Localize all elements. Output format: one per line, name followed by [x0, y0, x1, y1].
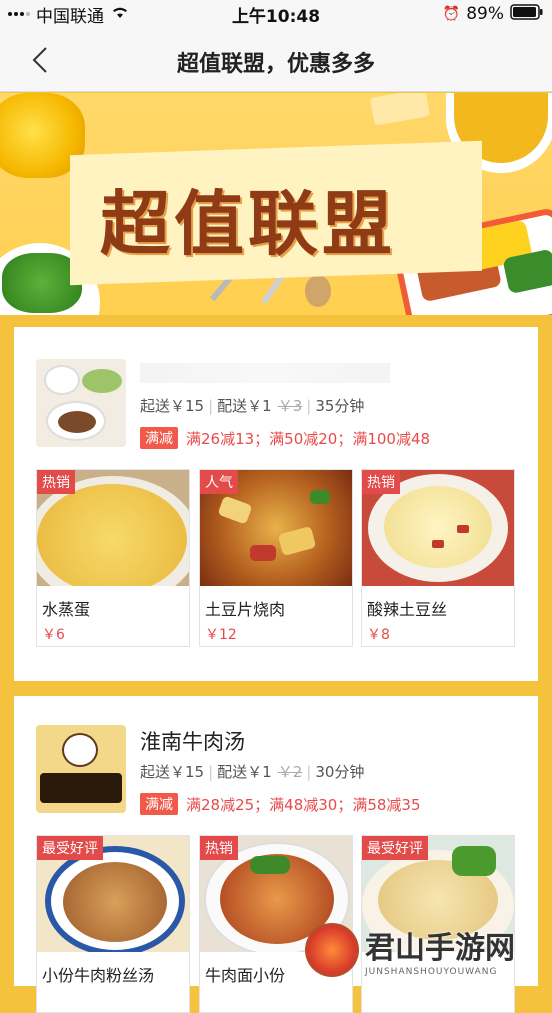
dish-name: 小份牛肉粉丝汤 — [42, 966, 155, 985]
store-name: 淮南牛肉汤 — [140, 730, 245, 754]
logo-icon — [305, 923, 359, 977]
dish-price: ￥6 — [42, 627, 65, 643]
cheese-image — [369, 93, 431, 126]
dish-card[interactable]: 人气 土豆片烧肉 ￥12 — [199, 469, 353, 647]
watermark-text: 君山手游网 — [365, 931, 515, 966]
dish-price: ￥12 — [205, 627, 237, 643]
dish-card[interactable]: 热销 水蒸蛋 ￥6 — [36, 469, 190, 647]
promo-row: 满减 满26减13；满50减20；满100减48 — [140, 427, 430, 449]
dish-badge: 热销 — [362, 470, 400, 494]
dish-price: ￥8 — [367, 627, 390, 643]
store-thumbnail — [36, 725, 126, 813]
nav-bar: 超值联盟，优惠多多 — [0, 28, 552, 92]
min-order: 起送￥15 — [140, 397, 205, 415]
dish-name: 牛肉面小份 — [205, 966, 286, 985]
alarm-icon: ⏰ — [442, 6, 461, 22]
dish-badge: 人气 — [200, 470, 238, 494]
dish-badge: 最受好评 — [362, 836, 428, 860]
promo-banner: 超值联盟 — [0, 93, 552, 315]
status-bar: 中国联通 上午10:48 ⏰ 89% — [0, 0, 552, 28]
watermark-subtext: JUNSHANSHOUYOUWANG — [365, 967, 498, 977]
delivery-time: 30分钟 — [315, 763, 365, 781]
dish-name: 土豆片烧肉 — [205, 600, 286, 619]
dish-name: 酸辣土豆丝 — [367, 600, 448, 619]
original-delivery-fee: ￥3 — [277, 397, 303, 415]
promo-text: 满28减25；满48减30；满58减35 — [186, 795, 421, 814]
page-title: 超值联盟，优惠多多 — [176, 52, 375, 77]
battery-icon — [510, 3, 544, 25]
original-delivery-fee: ￥2 — [277, 763, 303, 781]
signal-icon — [8, 12, 30, 16]
wifi-icon — [110, 4, 130, 24]
store-card[interactable]: 起送￥15 | 配送￥1 ￥3 | 35分钟 满减 满26减13；满50减20；… — [14, 327, 538, 681]
dish-badge: 热销 — [37, 470, 75, 494]
dish-badge: 最受好评 — [37, 836, 103, 860]
carrier-label: 中国联通 — [36, 6, 104, 27]
site-watermark: 君山手游网 JUNSHANSHOUYOUWANG — [305, 920, 550, 980]
store-thumbnail — [36, 359, 126, 447]
promo-tag: 满减 — [140, 427, 178, 449]
dish-card[interactable]: 最受好评 小份牛肉粉丝汤 — [36, 835, 190, 1013]
delivery-time: 35分钟 — [315, 397, 365, 415]
delivery-fee: 配送￥1 — [217, 397, 272, 415]
store-name-mask — [140, 363, 390, 383]
promo-tag: 满减 — [140, 793, 178, 815]
promo-row: 满减 满28减25；满48减30；满58减35 — [140, 793, 421, 815]
dish-card[interactable]: 热销 酸辣土豆丝 ￥8 — [361, 469, 515, 647]
dish-name: 水蒸蛋 — [42, 600, 91, 619]
promo-text: 满26减13；满50减20；满100减48 — [186, 429, 431, 448]
banner-title: 超值联盟 — [100, 183, 396, 265]
min-order: 起送￥15 — [140, 763, 205, 781]
battery-percent: 89% — [466, 4, 504, 24]
store-meta: 起送￥15 | 配送￥1 ￥2 | 30分钟 — [140, 762, 365, 782]
store-meta: 起送￥15 | 配送￥1 ￥3 | 35分钟 — [140, 396, 365, 416]
dish-badge: 热销 — [200, 836, 238, 860]
delivery-fee: 配送￥1 — [217, 763, 272, 781]
